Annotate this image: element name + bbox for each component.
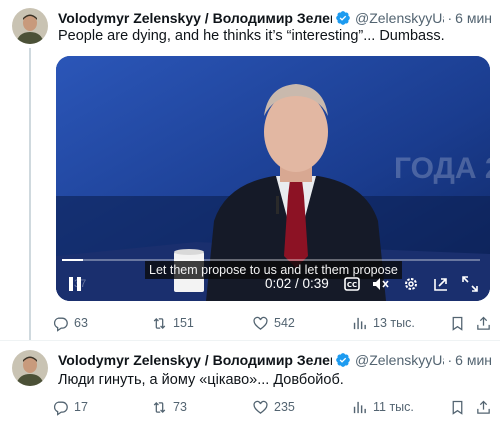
like-button[interactable]: 235 bbox=[252, 397, 295, 417]
reply-icon bbox=[53, 317, 68, 332]
views-icon bbox=[353, 317, 366, 329]
tweet[interactable]: Volodymyr Zelenskyy / Володимир Зеленськ… bbox=[0, 340, 500, 430]
timestamp[interactable]: 6 мин bbox=[455, 352, 492, 368]
settings-icon[interactable] bbox=[400, 273, 422, 295]
timestamp[interactable]: 6 мин bbox=[455, 10, 492, 26]
video-progress-track[interactable] bbox=[62, 259, 480, 261]
reply-icon bbox=[53, 401, 68, 416]
fullscreen-icon[interactable] bbox=[459, 273, 481, 295]
views-count: 13 тыс. bbox=[373, 316, 415, 330]
tweet-actions: 17 73 235 11 тыс. bbox=[52, 397, 490, 417]
tweet-text: Люди гинуть, а йому «цікаво»... Довбойоб… bbox=[58, 372, 344, 388]
repost-button[interactable]: 151 bbox=[151, 313, 194, 333]
like-icon bbox=[253, 400, 268, 414]
views-icon bbox=[353, 401, 366, 413]
tweet-actions: 63 151 542 13 тыс. bbox=[52, 313, 490, 333]
share-icon bbox=[477, 316, 490, 330]
tweet[interactable]: Volodymyr Zelenskyy / Володимир Зеленськ… bbox=[0, 0, 500, 340]
tweet-text: People are dying, and he thinks it’s “in… bbox=[58, 28, 445, 44]
verified-badge-icon bbox=[336, 11, 350, 25]
bookmark-button[interactable] bbox=[449, 397, 471, 417]
author-handle[interactable]: @ZelenskyyUa bbox=[355, 10, 444, 26]
video-timecode: 0:02 / 0:39 bbox=[265, 276, 329, 291]
reply-count: 17 bbox=[74, 400, 88, 414]
bookmark-button[interactable] bbox=[449, 313, 471, 333]
like-count: 542 bbox=[274, 316, 295, 330]
svg-text:CC: CC bbox=[347, 281, 357, 289]
author-handle[interactable]: @ZelenskyyUa bbox=[355, 352, 444, 368]
bookmark-icon bbox=[452, 316, 463, 331]
tweet-header: Volodymyr Zelenskyy / Володимир Зеленськ… bbox=[58, 9, 492, 27]
repost-button[interactable]: 73 bbox=[151, 397, 187, 417]
thread-line bbox=[29, 48, 31, 340]
like-count: 235 bbox=[274, 400, 295, 414]
views-count: 11 тыс. bbox=[373, 400, 414, 414]
cc-icon[interactable]: CC bbox=[341, 273, 363, 295]
backdrop-text: ГОДА 2 bbox=[394, 152, 490, 185]
verified-badge-icon bbox=[336, 353, 350, 367]
pause-icon[interactable] bbox=[64, 273, 86, 295]
separator-dot: · bbox=[447, 352, 453, 368]
tweet-header: Volodymyr Zelenskyy / Володимир Зеленськ… bbox=[58, 351, 492, 369]
views-button[interactable]: 13 тыс. bbox=[351, 313, 415, 333]
share-button[interactable] bbox=[475, 313, 497, 333]
pip-icon[interactable] bbox=[430, 273, 452, 295]
views-button[interactable]: 11 тыс. bbox=[351, 397, 414, 417]
author-name[interactable]: Volodymyr Zelenskyy / Володимир Зеленськ… bbox=[58, 10, 332, 26]
reply-button[interactable]: 63 bbox=[52, 313, 88, 333]
avatar[interactable] bbox=[12, 350, 48, 386]
repost-icon bbox=[153, 401, 166, 413]
separator-dot: · bbox=[447, 10, 453, 26]
avatar[interactable] bbox=[12, 8, 48, 44]
repost-count: 73 bbox=[173, 400, 187, 414]
like-icon bbox=[253, 316, 268, 330]
bookmark-icon bbox=[452, 400, 463, 415]
share-button[interactable] bbox=[475, 397, 497, 417]
repost-icon bbox=[153, 317, 166, 329]
like-button[interactable]: 542 bbox=[252, 313, 295, 333]
video-progress-fill bbox=[62, 259, 83, 261]
reply-count: 63 bbox=[74, 316, 88, 330]
reply-button[interactable]: 17 bbox=[52, 397, 88, 417]
repost-count: 151 bbox=[173, 316, 194, 330]
share-icon bbox=[477, 400, 490, 414]
mute-icon[interactable] bbox=[369, 273, 391, 295]
author-name[interactable]: Volodymyr Zelenskyy / Володимир Зеленськ… bbox=[58, 352, 332, 368]
